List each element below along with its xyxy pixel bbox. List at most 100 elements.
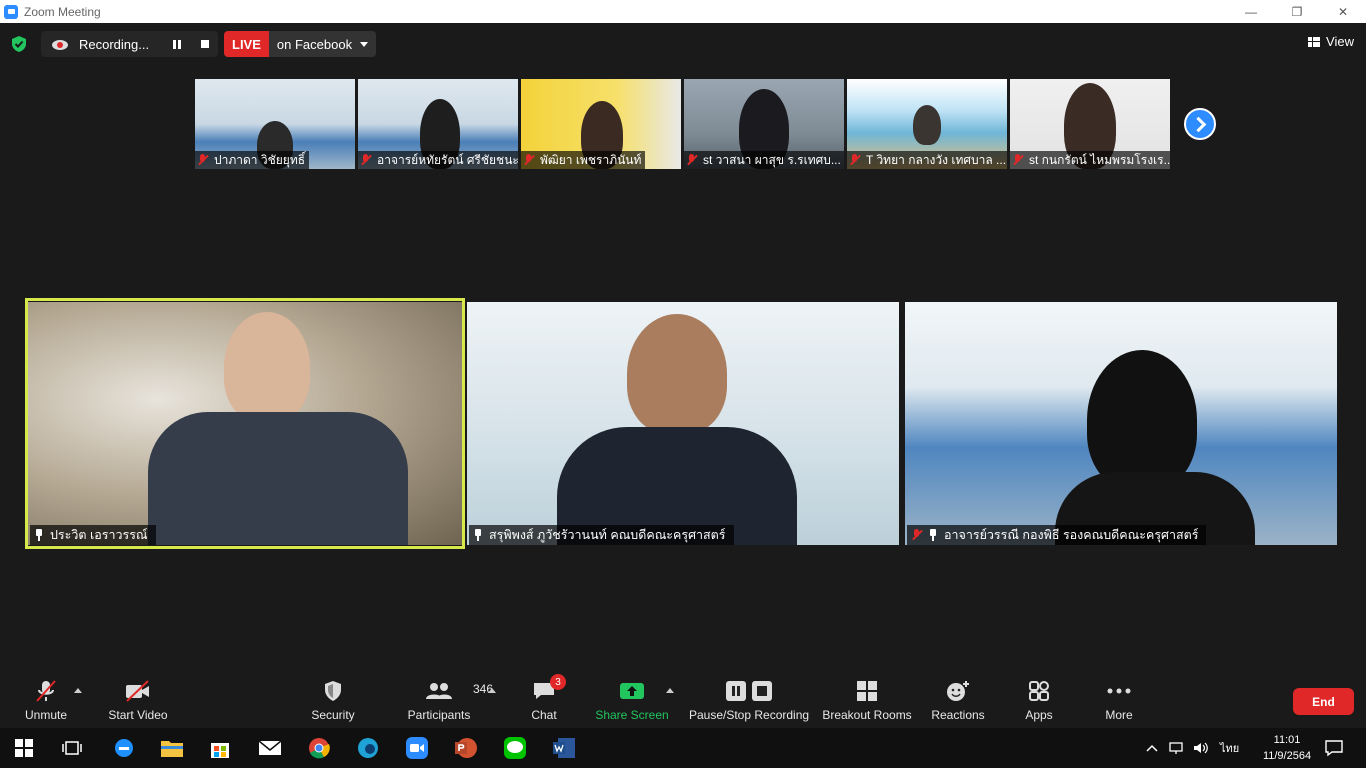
live-target-label: on Facebook	[276, 36, 353, 52]
participant-name: st วาสนา ผาสุข ร.รเทศบ...	[703, 152, 841, 167]
recording-indicator: Recording...	[41, 31, 218, 57]
participant-name: อาจารย์หทัยรัตน์ ศรีชัยชนะ	[377, 152, 518, 167]
live-stream-indicator[interactable]: LIVE on Facebook	[224, 31, 377, 57]
end-meeting-button[interactable]: End	[1293, 688, 1354, 715]
internet-explorer-icon[interactable]	[110, 734, 138, 762]
apps-button[interactable]: Apps	[1022, 678, 1056, 726]
participant-silhouette	[913, 105, 941, 145]
pause-stop-recording-button[interactable]: Pause/Stop Recording	[689, 678, 809, 726]
breakout-rooms-label: Breakout Rooms	[822, 708, 912, 722]
recording-label: Recording...	[79, 36, 150, 52]
line-app-icon[interactable]	[501, 734, 529, 762]
video-off-icon	[126, 680, 149, 702]
participant-thumbnail[interactable]: st กนกรัตน์ ไหมพรมโรงเร...	[1010, 79, 1170, 169]
pause-recording-icon[interactable]	[173, 40, 181, 49]
participants-label: Participants	[407, 708, 471, 722]
muted-mic-icon	[197, 154, 209, 166]
minimize-button[interactable]: —	[1228, 0, 1274, 23]
clock-date: 11/9/2564	[1262, 750, 1312, 762]
video-tile[interactable]: อาจารย์วรรณี กองพิธี รองคณบดีคณะครุศาสตร…	[905, 302, 1337, 545]
muted-mic-icon	[523, 154, 535, 166]
window-title: Zoom Meeting	[24, 4, 101, 19]
participant-thumbnail[interactable]: T วิทยา กลางวัง เทศบาล ...	[847, 79, 1007, 169]
muted-mic-icon	[911, 529, 923, 541]
live-badge: LIVE	[224, 31, 269, 57]
chrome-icon[interactable]	[305, 734, 333, 762]
view-label: View	[1326, 34, 1354, 49]
participants-button[interactable]: 346 Participants	[406, 678, 493, 726]
muted-microphone-icon	[36, 680, 56, 702]
reactions-button[interactable]: Reactions	[930, 678, 986, 726]
next-page-button[interactable]	[1184, 108, 1216, 140]
chat-button[interactable]: 3 Chat	[528, 674, 566, 726]
view-grid-icon	[1308, 36, 1321, 47]
file-explorer-icon[interactable]	[158, 734, 186, 762]
participant-thumbnail[interactable]: อาจารย์หทัยรัตน์ ศรีชัยชนะ	[358, 79, 518, 169]
share-screen-button[interactable]: Share Screen	[595, 678, 669, 726]
microsoft-store-icon[interactable]	[206, 734, 234, 762]
muted-mic-icon	[849, 154, 861, 166]
video-tile[interactable]: สรุพิพงส์ ภูวัชรัวานนท์ คณบดีคณะครุศาสตร…	[467, 302, 899, 545]
zoom-taskbar-icon[interactable]	[403, 734, 431, 762]
participant-thumbnail[interactable]: ปาภาดา วิชัยยุทธิ์	[195, 79, 355, 169]
unmute-button[interactable]: Unmute	[24, 678, 68, 726]
breakout-rooms-icon	[857, 681, 877, 701]
more-button[interactable]: More	[1102, 678, 1136, 726]
reactions-label: Reactions	[931, 708, 985, 722]
edge-icon[interactable]	[354, 734, 382, 762]
muted-mic-icon	[1012, 154, 1024, 166]
speaker-hair	[1087, 350, 1197, 490]
windows-start-icon[interactable]	[10, 734, 38, 762]
participant-thumbnail[interactable]: st วาสนา ผาสุข ร.รเทศบ...	[684, 79, 844, 169]
start-video-button[interactable]: Start Video	[108, 678, 168, 726]
share-screen-icon	[620, 683, 644, 699]
volume-icon[interactable]	[1192, 740, 1210, 756]
system-tray: ไทย	[1146, 728, 1239, 768]
participant-thumbnail[interactable]: พัฒิยา เพชราภินันท์	[521, 79, 681, 169]
participant-name: สรุพิพงส์ ภูวัชรัวานนท์ คณบดีคณะครุศาสตร…	[489, 528, 726, 542]
dropdown-caret-icon	[360, 41, 369, 47]
participant-name: T วิทยา กลางวัง เทศบาล ...	[866, 152, 1007, 167]
stop-recording-icon[interactable]	[201, 40, 209, 48]
participant-name: อาจารย์วรรณี กองพิธี รองคณบดีคณะครุศาสตร…	[944, 528, 1199, 542]
powerpoint-icon[interactable]	[452, 734, 480, 762]
more-dots-icon	[1107, 688, 1131, 694]
word-icon[interactable]	[550, 734, 578, 762]
breakout-rooms-button[interactable]: Breakout Rooms	[822, 678, 912, 726]
zoom-app-icon	[4, 4, 18, 19]
network-icon[interactable]	[1168, 740, 1186, 756]
encryption-shield-icon[interactable]	[10, 35, 28, 53]
meeting-controls-toolbar: Unmute Start Video Security 346 Particip…	[0, 672, 1366, 728]
chat-label: Chat	[531, 708, 557, 722]
start-video-label: Start Video	[108, 708, 168, 722]
window-title-bar: Zoom Meeting — ❐ ✕	[0, 0, 1366, 23]
more-label: More	[1105, 708, 1133, 722]
cloud-recording-icon	[52, 40, 68, 50]
active-speaker-highlight	[25, 298, 465, 549]
view-button[interactable]: View	[1308, 34, 1354, 49]
mail-icon[interactable]	[256, 734, 284, 762]
notifications-icon[interactable]	[1320, 734, 1348, 762]
task-view-icon[interactable]	[58, 734, 86, 762]
participants-options-caret[interactable]	[488, 688, 496, 693]
muted-mic-icon	[360, 154, 372, 166]
close-button[interactable]: ✕	[1320, 0, 1366, 23]
security-shield-icon	[325, 681, 341, 701]
share-options-caret[interactable]	[666, 688, 674, 693]
meeting-top-bar: Recording... LIVE on Facebook View	[0, 23, 1366, 65]
apps-icon	[1029, 681, 1049, 701]
participants-icon	[426, 683, 452, 699]
restore-button[interactable]: ❐	[1274, 0, 1320, 23]
system-clock[interactable]: 11:01 11/9/2564	[1252, 732, 1322, 764]
audio-options-caret[interactable]	[74, 688, 82, 693]
clock-time: 11:01	[1273, 734, 1301, 746]
participant-name: st กนกรัตน์ ไหมพรมโรงเร...	[1029, 152, 1170, 167]
show-hidden-icons-chevron-icon[interactable]	[1146, 744, 1158, 752]
apps-label: Apps	[1025, 708, 1053, 722]
security-button[interactable]: Security	[311, 678, 355, 726]
pin-icon	[473, 529, 483, 541]
input-language-indicator[interactable]: ไทย	[1220, 739, 1239, 757]
speaker-head	[627, 314, 727, 434]
participant-name: พัฒิยา เพชราภินันท์	[540, 152, 642, 167]
pin-icon	[928, 529, 938, 541]
